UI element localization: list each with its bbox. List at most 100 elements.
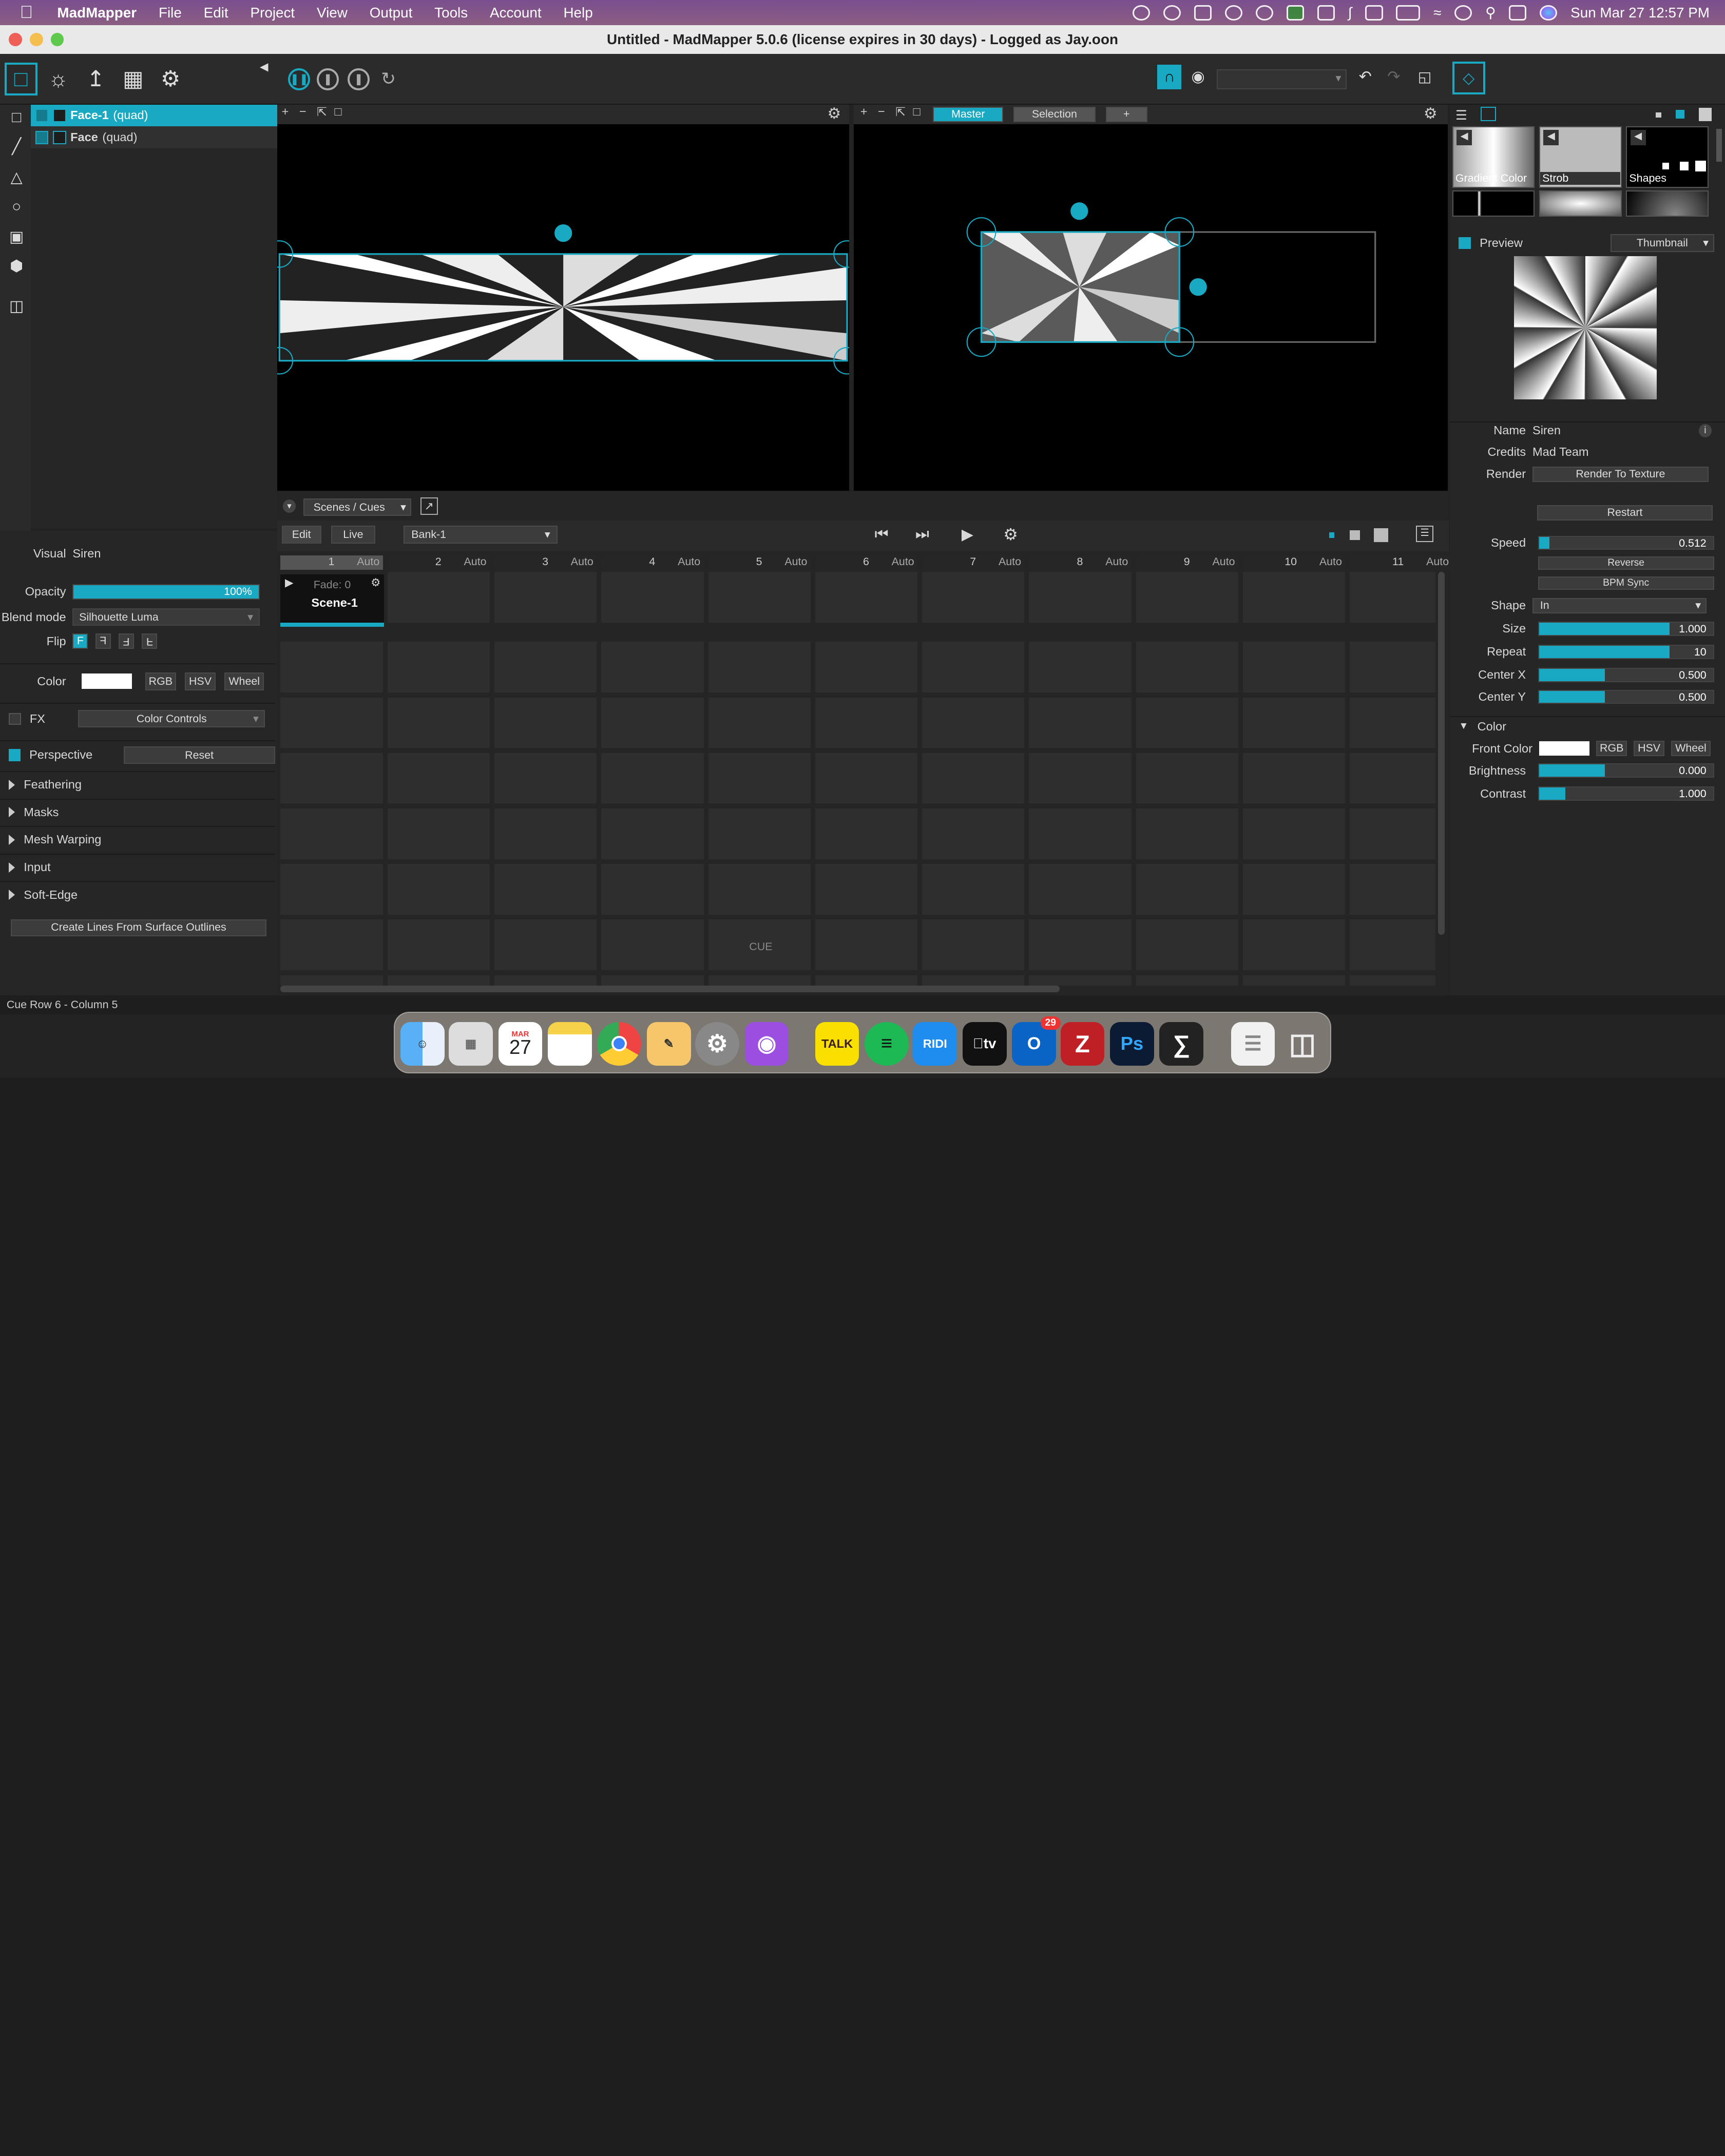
system-preferences-icon[interactable]: ⚙ xyxy=(695,1022,739,1066)
cue-cell[interactable] xyxy=(1350,572,1436,623)
perspective-checkbox[interactable] xyxy=(9,749,21,761)
collapse-panel-icon[interactable]: ◀ xyxy=(255,59,273,76)
library-item-5[interactable] xyxy=(1539,190,1622,217)
tab-selection[interactable]: Selection xyxy=(1013,106,1096,122)
chrome-icon[interactable] xyxy=(597,1022,642,1066)
medium-grid-icon[interactable] xyxy=(1350,530,1360,541)
cue-cell[interactable] xyxy=(387,975,490,986)
ridibooks-icon[interactable]: RIDI xyxy=(913,1022,957,1066)
flip-both-button[interactable]: F xyxy=(142,633,158,649)
cue-cell[interactable] xyxy=(1136,642,1238,692)
cue-cell[interactable] xyxy=(815,864,918,915)
menu-edit[interactable]: Edit xyxy=(193,5,239,21)
cue-cell[interactable] xyxy=(708,697,811,748)
add-circle-icon[interactable]: ○ xyxy=(7,198,27,218)
library-item-4[interactable] xyxy=(1452,190,1535,217)
cue-cell[interactable] xyxy=(1350,642,1436,692)
restart-button[interactable]: Restart xyxy=(1537,505,1713,521)
masks-section[interactable]: Masks xyxy=(0,798,275,825)
modules-mode-icon[interactable]: ▦ xyxy=(117,63,149,95)
cue-cell[interactable] xyxy=(708,864,811,915)
cue-cell[interactable] xyxy=(815,975,918,986)
hsv-button[interactable]: HSV xyxy=(1634,741,1665,757)
cue-cell[interactable] xyxy=(1136,975,1238,986)
lock-icon[interactable] xyxy=(52,130,66,144)
add-quad-icon[interactable]: □ xyxy=(7,109,27,129)
cue-cell[interactable] xyxy=(922,864,1025,915)
menubar-clock[interactable]: Sun Mar 27 12:57 PM xyxy=(1570,5,1710,21)
cue-cell[interactable] xyxy=(387,572,490,623)
cue-cell[interactable] xyxy=(494,975,597,986)
cue-cell[interactable] xyxy=(1136,572,1238,623)
cue-cell[interactable] xyxy=(280,642,383,692)
cue-cell[interactable] xyxy=(387,642,490,692)
apple-menu-icon[interactable]:  xyxy=(0,3,46,23)
cue-cell[interactable] xyxy=(280,753,383,804)
cue-cell[interactable] xyxy=(494,919,597,970)
cue-cell[interactable] xyxy=(387,808,490,859)
settings-mode-icon[interactable]: ⚙ xyxy=(154,63,187,95)
cue-cell[interactable] xyxy=(1242,808,1346,859)
add-line-icon[interactable]: ╱ xyxy=(7,138,27,158)
cue-cell[interactable] xyxy=(494,642,597,692)
library-item-gradient-color[interactable]: ◀ Gradient Color xyxy=(1452,126,1535,188)
close-window-button[interactable] xyxy=(9,33,22,46)
repeat-slider[interactable]: 10 xyxy=(1538,644,1714,659)
scenes-cues-dropdown[interactable]: Scenes / Cues ▾ xyxy=(303,498,412,516)
zoom-in-icon[interactable]: + xyxy=(282,105,289,119)
cue-cell[interactable] xyxy=(387,864,490,915)
cue-cell[interactable] xyxy=(708,572,811,623)
cue-scrollbar-horizontal[interactable] xyxy=(280,986,1060,992)
collapse-cues-icon[interactable]: ▾ xyxy=(282,499,296,513)
contrast-slider[interactable]: 1.000 xyxy=(1538,786,1714,801)
cue-cell[interactable] xyxy=(922,642,1025,692)
pause-button[interactable]: ❚❚ xyxy=(288,68,311,90)
cue-cell[interactable] xyxy=(1242,642,1346,692)
add-mask-icon[interactable]: ▣ xyxy=(7,228,27,248)
wifi-icon[interactable]: ≈ xyxy=(1433,5,1441,21)
fullscreen-output-icon[interactable]: ◱ xyxy=(1412,65,1436,89)
tab-master[interactable]: Master xyxy=(933,106,1004,122)
filezilla-icon[interactable]: Z xyxy=(1060,1022,1105,1066)
cue-column-header[interactable]: 6 Auto xyxy=(815,555,918,570)
cue-column-header[interactable]: 3 Auto xyxy=(494,555,597,570)
cue-cell[interactable] xyxy=(708,753,811,804)
podcasts-icon[interactable]: ◉ xyxy=(744,1022,789,1066)
cue-cell[interactable] xyxy=(280,975,383,986)
large-thumb-icon[interactable] xyxy=(1698,107,1712,121)
cloud-icon[interactable] xyxy=(1163,5,1181,21)
fx-select[interactable]: Color Controls ▾ xyxy=(78,710,265,728)
add-triangle-icon[interactable]: △ xyxy=(7,168,27,188)
mesh-warping-section[interactable]: Mesh Warping xyxy=(0,826,275,852)
output-viewport[interactable] xyxy=(853,124,1448,491)
cue-cell[interactable] xyxy=(922,975,1025,986)
notes-icon[interactable] xyxy=(547,1022,592,1066)
play-icon[interactable]: ▶ xyxy=(285,576,293,589)
step-button-2[interactable]: ❚ xyxy=(348,68,370,90)
cue-cell[interactable] xyxy=(1029,753,1132,804)
layer-visible-toggle[interactable] xyxy=(35,130,49,144)
visual-value[interactable]: Siren xyxy=(72,547,101,561)
opacity-slider[interactable]: 100% xyxy=(72,584,260,600)
cue-cell[interactable] xyxy=(708,642,811,692)
cue-cell[interactable] xyxy=(280,864,383,915)
gear-icon[interactable]: ⚙ xyxy=(1003,525,1018,544)
cue-cell[interactable] xyxy=(1350,864,1436,915)
cue-scrollbar-vertical[interactable] xyxy=(1437,572,1445,935)
cue-cell[interactable] xyxy=(708,975,811,986)
list-icon[interactable]: ☰ xyxy=(1455,108,1467,123)
scene-1-cue[interactable]: ▶ Fade: 0 ⚙ Scene-1 xyxy=(280,574,384,627)
cue-cell[interactable] xyxy=(815,697,918,748)
sync-icon[interactable] xyxy=(1255,5,1274,21)
bluetooth-icon[interactable]: ∫ xyxy=(1348,5,1352,21)
input-section[interactable]: Input xyxy=(0,853,275,880)
cue-cell[interactable] xyxy=(387,753,490,804)
center-y-slider[interactable]: 0.500 xyxy=(1538,689,1714,704)
zoom-in-icon[interactable]: + xyxy=(860,105,868,119)
cue-cell[interactable] xyxy=(815,753,918,804)
loop-icon[interactable]: ↻ xyxy=(377,68,399,90)
preview-arrow-icon[interactable]: ◀ xyxy=(1630,129,1646,145)
cue-cell[interactable] xyxy=(922,697,1025,748)
cue-column-header[interactable]: 11 Auto xyxy=(1350,555,1452,570)
shape-select[interactable]: In ▾ xyxy=(1532,598,1707,613)
